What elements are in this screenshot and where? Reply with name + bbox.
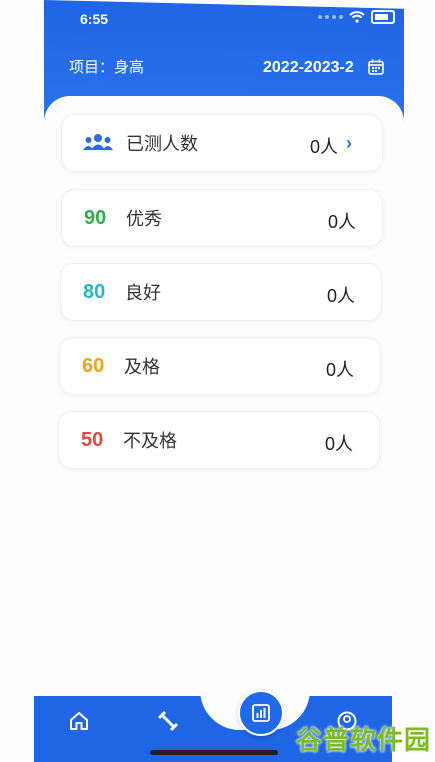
signal-icon bbox=[318, 15, 343, 19]
grade-label: 优秀 bbox=[126, 209, 162, 229]
grade-card-pass: 60 及格 0人 bbox=[59, 337, 381, 395]
grade-score: 60 bbox=[82, 354, 105, 377]
grade-count: 0人 bbox=[327, 286, 356, 306]
tested-count-label: 已测人数 bbox=[126, 134, 198, 154]
grade-count: 0人 bbox=[328, 212, 357, 232]
wifi-icon bbox=[349, 11, 365, 23]
chevron-right-icon: › bbox=[346, 133, 352, 153]
home-indicator bbox=[150, 750, 278, 755]
home-icon[interactable] bbox=[68, 710, 90, 732]
grade-card-fail: 50 不及格 0人 bbox=[58, 411, 380, 469]
report-button[interactable] bbox=[238, 690, 284, 736]
term-selector[interactable]: 2022-2023-2 bbox=[263, 59, 354, 77]
grade-score: 80 bbox=[83, 280, 106, 303]
grade-score: 50 bbox=[81, 428, 104, 451]
grade-label: 良好 bbox=[125, 283, 161, 303]
grade-label: 不及格 bbox=[123, 431, 177, 451]
grade-score: 90 bbox=[84, 206, 107, 229]
grade-card-good: 80 良好 0人 bbox=[60, 263, 382, 321]
project-label: 项目：身高 bbox=[69, 59, 145, 76]
grade-count: 0人 bbox=[325, 434, 354, 454]
fitness-icon[interactable] bbox=[157, 710, 179, 732]
group-icon bbox=[83, 134, 113, 150]
grade-count: 0人 bbox=[326, 360, 355, 380]
status-time: 6:55 bbox=[80, 11, 109, 27]
calendar-icon[interactable] bbox=[368, 59, 384, 75]
status-icons bbox=[318, 10, 395, 24]
watermark-logo: 谷普软件园 bbox=[296, 725, 432, 755]
grade-card-excellent: 90 优秀 0人 bbox=[61, 189, 383, 247]
grade-label: 及格 bbox=[124, 357, 160, 377]
battery-icon bbox=[371, 10, 395, 24]
app-screen: 6:55 项目：身高 2022-2023-2 已测人数 0人 › 90 优秀 0… bbox=[0, 0, 435, 762]
tested-count-card[interactable]: 已测人数 0人 › bbox=[61, 114, 383, 172]
report-icon bbox=[252, 704, 270, 722]
tested-count-value: 0人 bbox=[310, 137, 339, 157]
status-bar: 6:55 bbox=[0, 0, 435, 36]
